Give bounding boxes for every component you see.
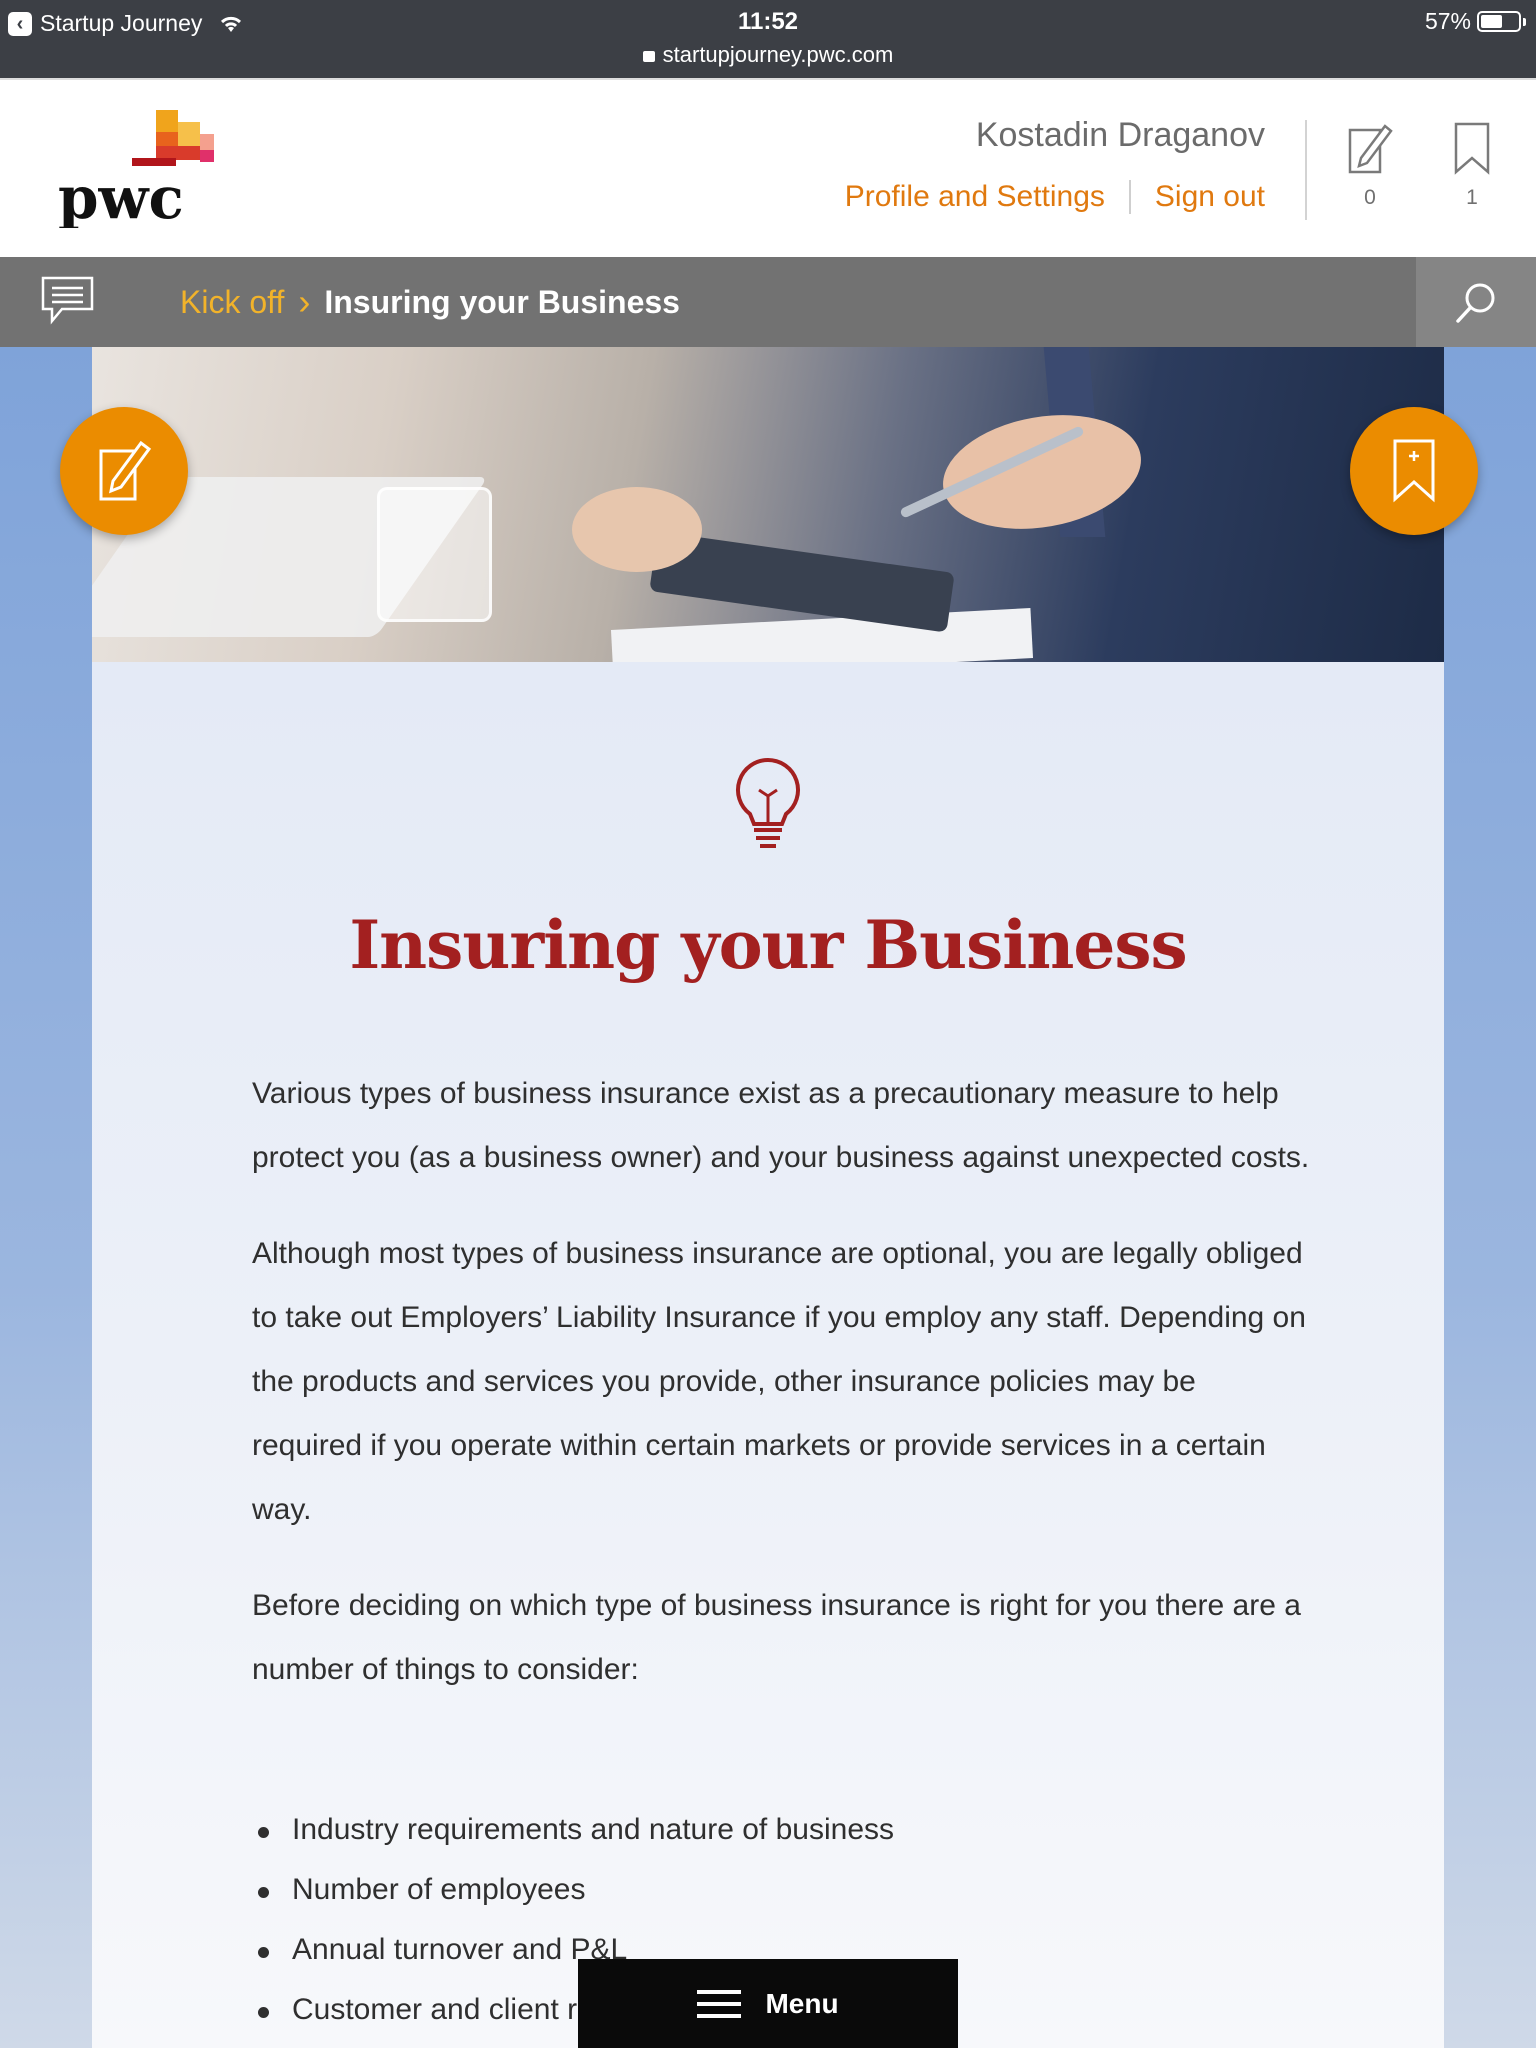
menu-label: Menu <box>765 1987 839 2019</box>
bookmark-icon <box>1393 439 1435 503</box>
lightbulb-icon <box>736 757 800 848</box>
search-icon <box>1456 283 1495 323</box>
battery-icon <box>1477 11 1521 32</box>
status-bar: ‹ Startup Journey 11:52 startupjourney.p… <box>0 0 1536 78</box>
bookmarks-counter[interactable]: 1 <box>1432 120 1512 210</box>
battery-percent: 57% <box>1424 8 1471 34</box>
breadcrumb-parent[interactable]: Kick off <box>180 284 284 321</box>
battery-indicator: 57% <box>1425 8 1526 35</box>
list-item: Industry requirements and nature of busi… <box>252 1800 1312 1860</box>
add-note-button[interactable] <box>60 407 188 535</box>
hero-glass <box>377 487 492 622</box>
clock: 11:52 <box>737 8 799 35</box>
profile-settings-link[interactable]: Profile and Settings <box>845 180 1105 214</box>
breadcrumb-bar: Kick off › Insuring your Business <box>0 257 1536 347</box>
article-body: Various types of business insurance exis… <box>252 1062 1312 2040</box>
pencil-icon <box>1348 124 1393 174</box>
address-bar[interactable]: startupjourney.pwc.com <box>0 42 1536 68</box>
battery-tip <box>1523 17 1526 26</box>
hero-hand-left <box>572 487 702 572</box>
article-card: Insuring your Business Various types of … <box>92 662 1444 2048</box>
header-divider <box>1305 120 1307 220</box>
url-text: startupjourney.pwc.com <box>662 42 894 67</box>
hero-paper <box>610 608 1034 662</box>
breadcrumb-current: Insuring your Business <box>324 283 680 320</box>
hero-image <box>92 347 1444 662</box>
notes-count: 0 <box>1364 186 1376 209</box>
list-item: Number of employees <box>252 1860 1312 1920</box>
article-title: Insuring your Business <box>349 906 1187 984</box>
chat-icon[interactable] <box>40 275 96 327</box>
hero-hand-right <box>933 400 1151 544</box>
bookmarks-count: 1 <box>1466 186 1478 209</box>
link-separator <box>1128 180 1131 214</box>
menu-button[interactable]: Menu <box>578 1959 958 2048</box>
pencil-icon <box>99 440 152 501</box>
logo-wordmark: pwc <box>58 164 184 228</box>
article-paragraph: Although most types of business insuranc… <box>252 1237 1306 1526</box>
battery-fill <box>1481 15 1502 28</box>
lock-icon <box>642 51 655 62</box>
bookmark-icon <box>1454 122 1490 175</box>
add-bookmark-button[interactable] <box>1350 407 1478 535</box>
user-name: Kostadin Draganov <box>975 116 1265 154</box>
article-paragraph: Before deciding on which type of busines… <box>252 1589 1301 1686</box>
chevron-right-icon: › <box>298 281 311 322</box>
user-links: Profile and Settings Sign out <box>845 180 1265 214</box>
hamburger-icon <box>697 1989 742 2018</box>
pwc-logo[interactable]: pwc <box>58 108 218 228</box>
breadcrumb: Kick off › Insuring your Business <box>180 257 680 347</box>
search-button[interactable] <box>1416 257 1536 347</box>
sign-out-link[interactable]: Sign out <box>1155 180 1265 214</box>
notes-counter[interactable]: 0 <box>1330 120 1410 210</box>
article-paragraph: Various types of business insurance exis… <box>252 1077 1310 1174</box>
site-header: pwc Kostadin Draganov Profile and Settin… <box>0 78 1536 257</box>
